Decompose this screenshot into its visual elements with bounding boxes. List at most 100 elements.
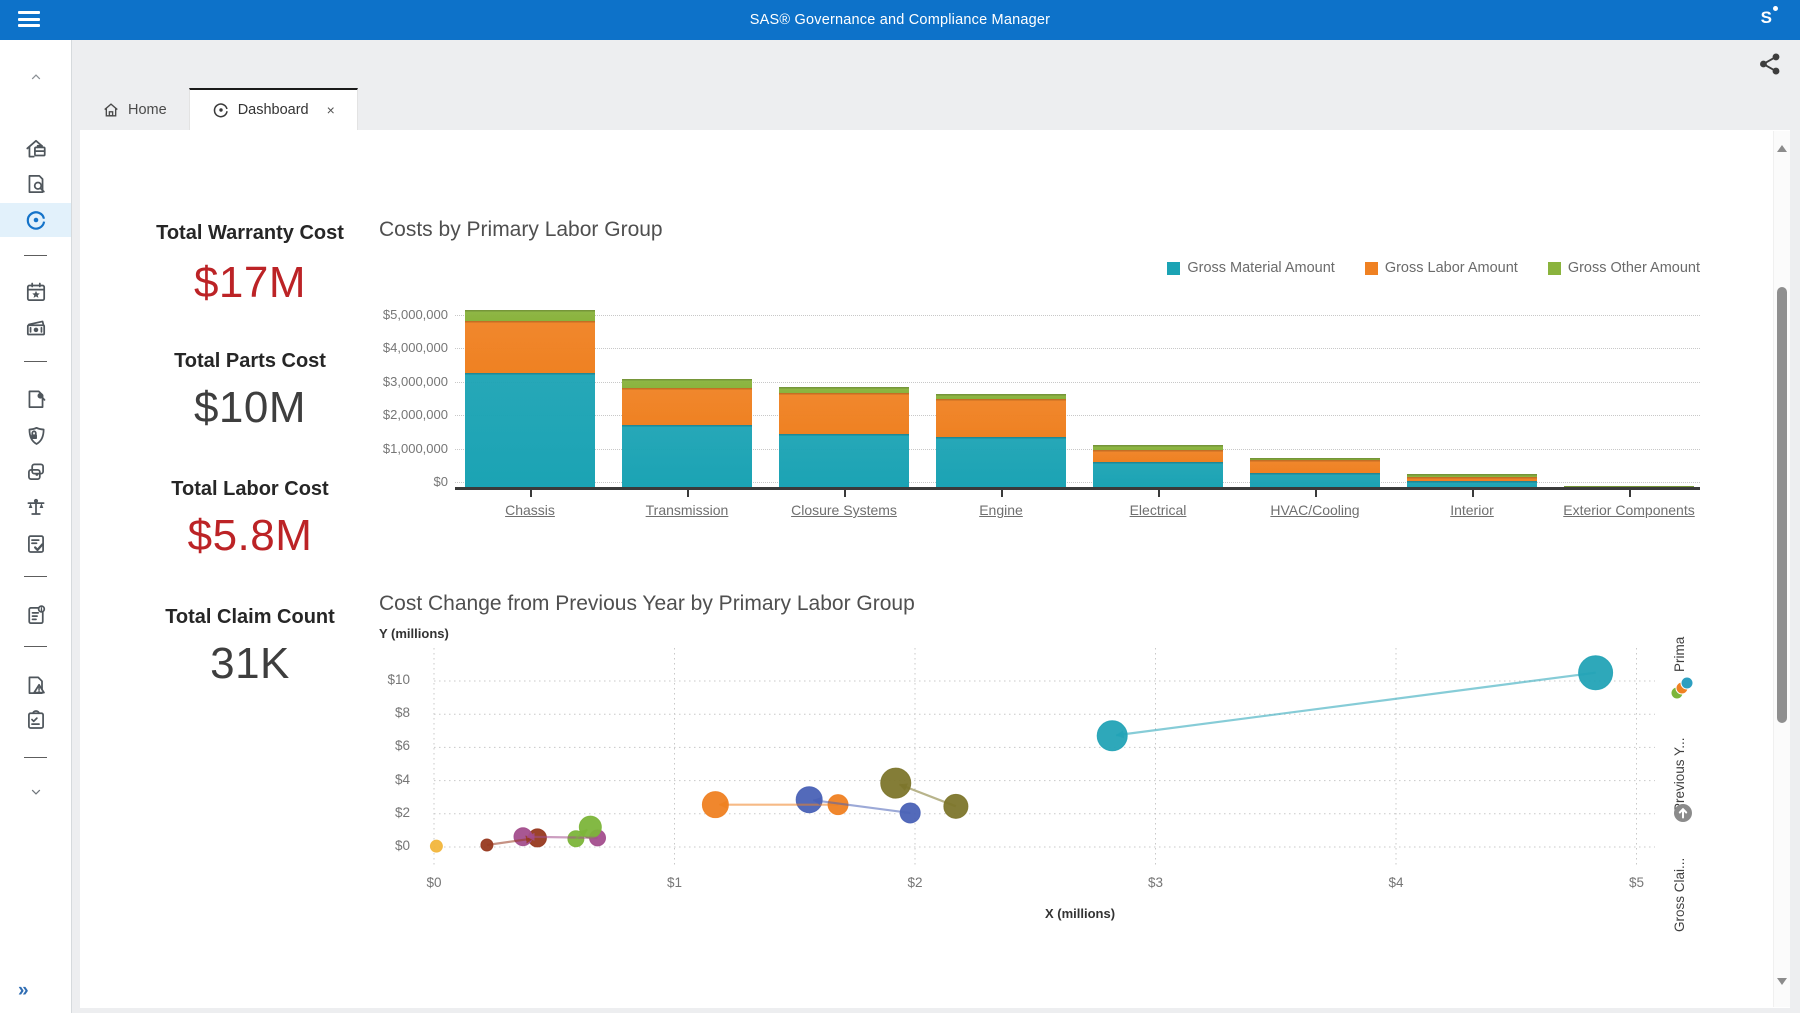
scatter-x-tick-label: $3 [1121, 875, 1191, 890]
category-link[interactable]: Closure Systems [759, 502, 929, 518]
bar-segment[interactable] [1093, 462, 1223, 488]
bubble-cluster-icon [1668, 674, 1696, 707]
bubble-olive[interactable] [944, 794, 968, 818]
sidebar-expand-button[interactable]: » [18, 983, 27, 999]
app-title: SAS® Governance and Compliance Manager [0, 0, 1800, 40]
bar-segment[interactable] [1250, 473, 1380, 488]
bar-segment[interactable] [1407, 477, 1537, 481]
legend-swatch [1548, 262, 1561, 275]
sidebar-divider [24, 646, 47, 647]
kpi-label: Total Warranty Cost [140, 222, 360, 245]
left-sidebar: » [0, 40, 72, 1013]
bubble-maroon[interactable] [481, 839, 493, 851]
bar-chart-title: Costs by Primary Labor Group [379, 218, 663, 242]
tab-home[interactable]: Home [80, 90, 189, 130]
tab-close-icon[interactable]: × [327, 102, 335, 118]
bar-y-tick-label: $5,000,000 [363, 307, 448, 322]
scatter-y-tick-label: $4 [330, 772, 410, 787]
bubble-teal[interactable] [1579, 656, 1613, 690]
legend-item[interactable]: Gross Material Amount [1167, 260, 1334, 276]
sidebar-item-dashboard-gauge[interactable] [0, 203, 71, 237]
bubble-amber[interactable] [430, 840, 442, 852]
kpi-value: $5.8M [140, 511, 360, 561]
scatter-chart-title: Cost Change from Previous Year by Primar… [379, 592, 915, 616]
bubble-blue[interactable] [900, 803, 920, 823]
sidebar-item-document-check[interactable] [0, 527, 71, 561]
sidebar-item-chevron-down[interactable] [0, 775, 71, 809]
tab-label: Home [128, 102, 167, 118]
bar-segment[interactable] [779, 387, 909, 393]
scatter-y-tick-label: $2 [330, 805, 410, 820]
bubble-magenta[interactable] [590, 830, 606, 846]
dashboard-canvas: Total Warranty Cost$17MTotal Parts Cost$… [80, 130, 1790, 1008]
kpi-label: Total Claim Count [140, 606, 360, 629]
scatter-x-tick-label: $1 [640, 875, 710, 890]
legend-swatch [1365, 262, 1378, 275]
sidebar-item-document-info[interactable] [0, 598, 71, 632]
bubble-olive[interactable] [881, 768, 911, 798]
sidebar-item-copies[interactable] [0, 455, 71, 489]
sidebar-divider [24, 255, 47, 256]
sidebar-item-document-flag[interactable] [0, 382, 71, 416]
bar-segment[interactable] [779, 434, 909, 488]
bar-segment[interactable] [622, 379, 752, 387]
bar-segment[interactable] [936, 437, 1066, 488]
bar-segment[interactable] [936, 394, 1066, 399]
bar-segment[interactable] [1093, 445, 1223, 449]
category-link[interactable]: Engine [916, 502, 1086, 518]
top-app-bar: SAS® Governance and Compliance Manager S [0, 0, 1800, 40]
bubble-teal[interactable] [1097, 721, 1127, 751]
category-link[interactable]: Electrical [1073, 502, 1243, 518]
bar-axis-tick [844, 490, 846, 497]
bar-segment[interactable] [622, 425, 752, 488]
category-link[interactable]: HVAC/Cooling [1230, 502, 1400, 518]
cash-icon [24, 316, 48, 340]
category-link[interactable]: Transmission [602, 502, 772, 518]
scroll-down-arrow-icon[interactable] [1777, 978, 1787, 985]
scroll-up-arrow-icon[interactable] [1777, 145, 1787, 152]
category-link[interactable]: Interior [1387, 502, 1557, 518]
change-arrow-teal [1116, 673, 1595, 736]
sidebar-item-document-warning[interactable] [0, 668, 71, 702]
sidebar-item-cash[interactable] [0, 311, 71, 345]
legend-item[interactable]: Gross Labor Amount [1365, 260, 1518, 276]
bubble-maroon[interactable] [528, 829, 546, 847]
scatter-x-tick-label: $5 [1602, 875, 1672, 890]
sidebar-item-document-search[interactable] [0, 167, 71, 201]
sidebar-item-clipboard-check[interactable] [0, 703, 71, 737]
scrollbar-thumb[interactable] [1777, 287, 1787, 723]
bar-segment[interactable] [465, 310, 595, 321]
bar-axis-tick [687, 490, 689, 497]
category-link[interactable]: Chassis [445, 502, 615, 518]
bubble-blue[interactable] [796, 787, 822, 813]
change-arrow-blue [813, 800, 910, 813]
bar-segment[interactable] [1250, 460, 1380, 473]
bar-segment[interactable] [622, 388, 752, 425]
bar-segment[interactable] [1250, 458, 1380, 460]
bar-segment[interactable] [1093, 450, 1223, 462]
bubble-orange[interactable] [702, 792, 728, 818]
bubble-green[interactable] [579, 816, 601, 838]
bar-segment[interactable] [1407, 474, 1537, 477]
bubble-magenta[interactable] [514, 828, 532, 846]
sidebar-item-scales[interactable] [0, 491, 71, 525]
home-audit-icon [24, 137, 48, 161]
bar-chart-legend: Gross Material Amount Gross Labor Amount G… [455, 260, 1700, 276]
bar-segment[interactable] [936, 399, 1066, 437]
bubble-orange[interactable] [828, 795, 848, 815]
sidebar-item-shield-lock[interactable] [0, 419, 71, 453]
side-legend-label: Prima [1672, 622, 1694, 672]
sidebar-item-home-audit[interactable] [0, 132, 71, 166]
bar-segment[interactable] [779, 393, 909, 434]
sidebar-item-calendar-star[interactable] [0, 275, 71, 309]
shield-lock-icon [24, 424, 48, 448]
bubble-green[interactable] [568, 831, 584, 847]
sidebar-item-chevron-up[interactable] [0, 60, 71, 94]
change-arrow-magenta [527, 837, 598, 838]
bar-segment[interactable] [465, 321, 595, 373]
category-link[interactable]: Exterior Components [1544, 502, 1714, 518]
bar-segment[interactable] [465, 373, 595, 488]
share-icon[interactable] [1758, 52, 1782, 81]
legend-item[interactable]: Gross Other Amount [1548, 260, 1700, 276]
tab-dashboard[interactable]: Dashboard× [189, 88, 358, 130]
